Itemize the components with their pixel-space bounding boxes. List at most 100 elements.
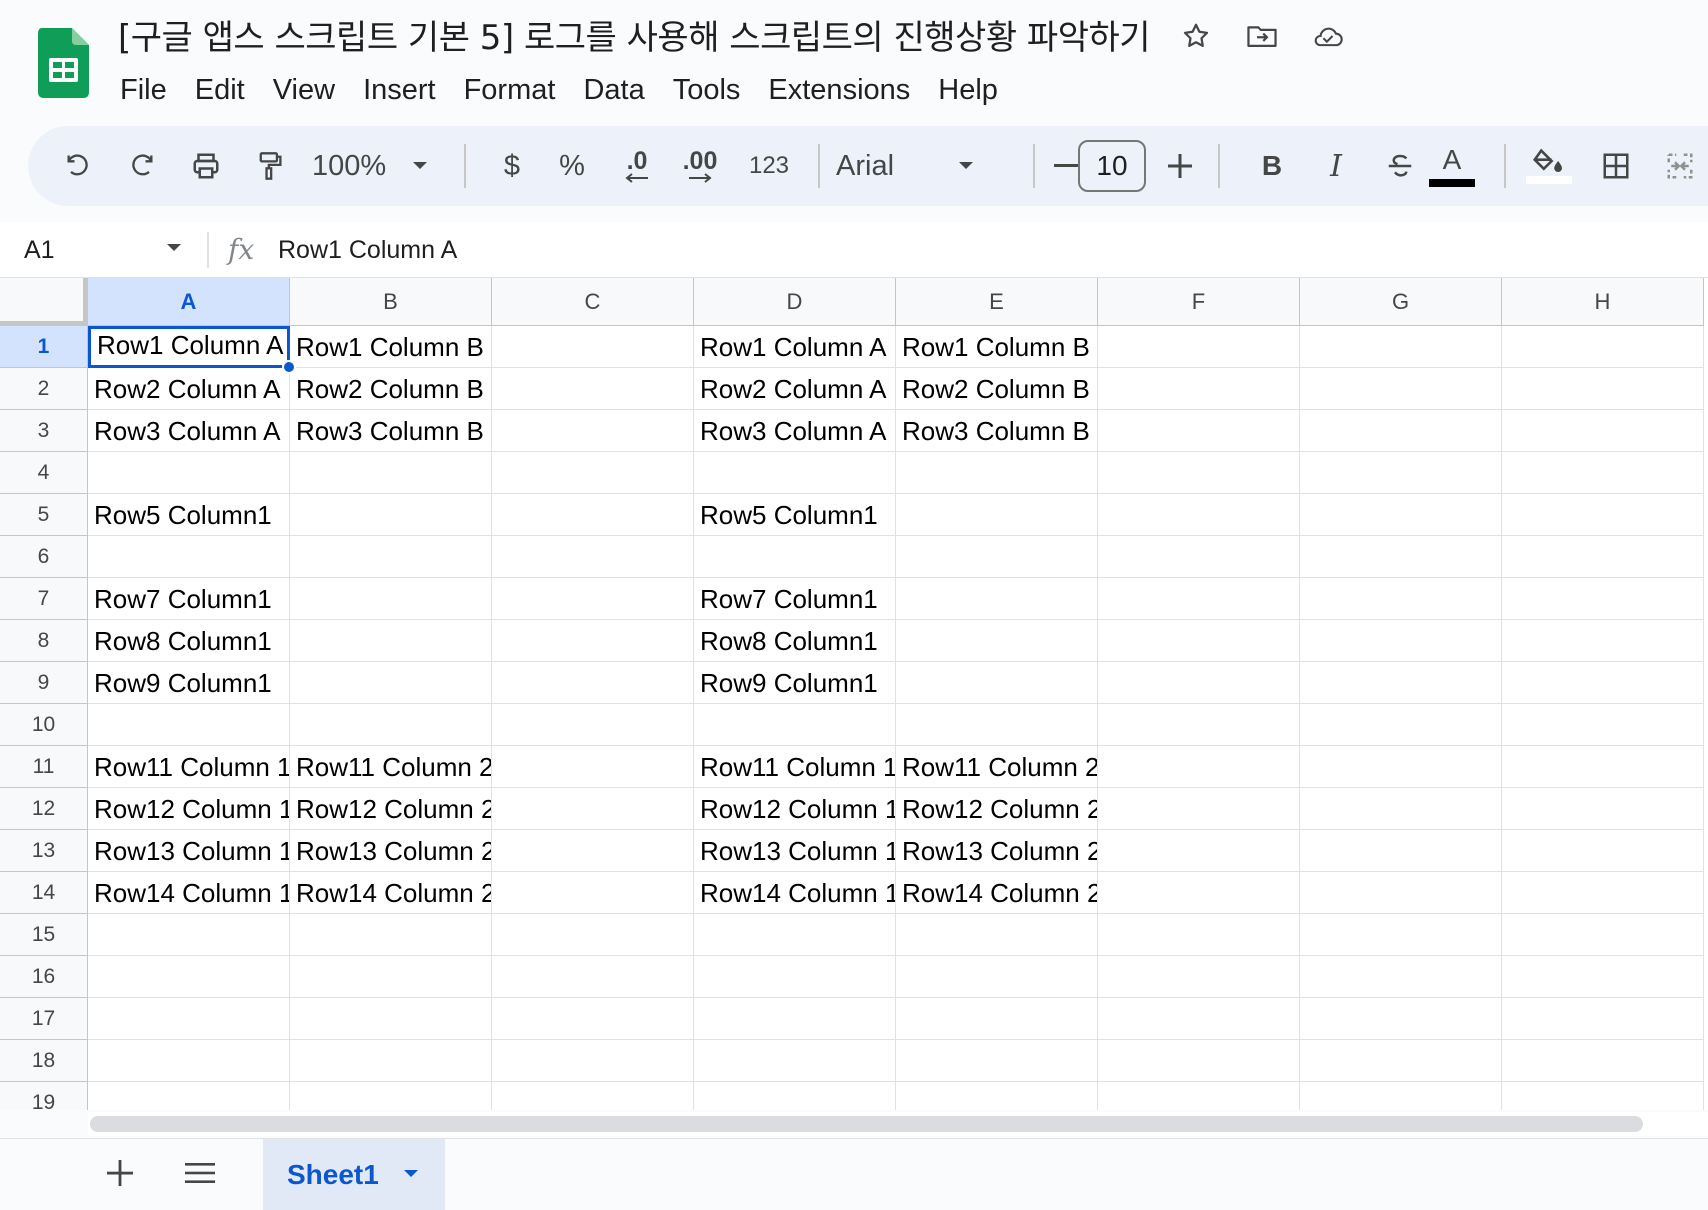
cell-c13[interactable] (492, 830, 694, 872)
cell-d12[interactable]: Row12 Column 1 (694, 788, 896, 830)
cell-f1[interactable] (1098, 326, 1300, 368)
cell-c19[interactable] (492, 1082, 694, 1110)
cell-c4[interactable] (492, 452, 694, 494)
cell-g13[interactable] (1300, 830, 1502, 872)
cell-e19[interactable] (896, 1082, 1098, 1110)
menu-edit[interactable]: Edit (181, 66, 259, 114)
cell-a19[interactable] (88, 1082, 290, 1110)
cell-e3[interactable]: Row3 Column B (896, 410, 1098, 452)
row-header-18[interactable]: 18 (0, 1040, 88, 1082)
cell-d13[interactable]: Row13 Column 1 (694, 830, 896, 872)
cell-d10[interactable] (694, 704, 896, 746)
cell-g10[interactable] (1300, 704, 1502, 746)
cell-g11[interactable] (1300, 746, 1502, 788)
cell-f5[interactable] (1098, 494, 1300, 536)
cell-b19[interactable] (290, 1082, 492, 1110)
cell-f4[interactable] (1098, 452, 1300, 494)
cell-e1[interactable]: Row1 Column B (896, 326, 1098, 368)
cell-h1[interactable] (1502, 326, 1704, 368)
row-header-7[interactable]: 7 (0, 578, 88, 620)
cell-h7[interactable] (1502, 578, 1704, 620)
cell-h6[interactable] (1502, 536, 1704, 578)
cell-h8[interactable] (1502, 620, 1704, 662)
increase-decimal-button[interactable]: .00 (670, 126, 730, 206)
cell-c11[interactable] (492, 746, 694, 788)
cell-g2[interactable] (1300, 368, 1502, 410)
horizontal-scrollbar-thumb[interactable] (90, 1116, 1643, 1132)
cell-g17[interactable] (1300, 998, 1502, 1040)
cell-b15[interactable] (290, 914, 492, 956)
cell-h13[interactable] (1502, 830, 1704, 872)
cell-c12[interactable] (492, 788, 694, 830)
row-header-14[interactable]: 14 (0, 872, 88, 914)
cell-g4[interactable] (1300, 452, 1502, 494)
cell-a3[interactable]: Row3 Column A (88, 410, 290, 452)
cell-b10[interactable] (290, 704, 492, 746)
menu-tools[interactable]: Tools (659, 66, 755, 114)
cell-a7[interactable]: Row7 Column1 (88, 578, 290, 620)
cell-e9[interactable] (896, 662, 1098, 704)
row-header-19[interactable]: 19 (0, 1082, 88, 1110)
column-header-g[interactable]: G (1300, 278, 1502, 326)
cell-e11[interactable]: Row11 Column 2 (896, 746, 1098, 788)
cell-d18[interactable] (694, 1040, 896, 1082)
cell-d8[interactable]: Row8 Column1 (694, 620, 896, 662)
cell-g16[interactable] (1300, 956, 1502, 998)
column-header-d[interactable]: D (694, 278, 896, 326)
column-header-h[interactable]: H (1502, 278, 1704, 326)
cell-b13[interactable]: Row13 Column 2 (290, 830, 492, 872)
cell-h9[interactable] (1502, 662, 1704, 704)
cell-f16[interactable] (1098, 956, 1300, 998)
cell-a14[interactable]: Row14 Column 1 (88, 872, 290, 914)
cell-g12[interactable] (1300, 788, 1502, 830)
cell-h14[interactable] (1502, 872, 1704, 914)
cell-f7[interactable] (1098, 578, 1300, 620)
cell-g9[interactable] (1300, 662, 1502, 704)
cell-a9[interactable]: Row9 Column1 (88, 662, 290, 704)
cell-g18[interactable] (1300, 1040, 1502, 1082)
cell-g1[interactable] (1300, 326, 1502, 368)
cell-d5[interactable]: Row5 Column1 (694, 494, 896, 536)
cell-e8[interactable] (896, 620, 1098, 662)
cell-d2[interactable]: Row2 Column A (694, 368, 896, 410)
undo-icon[interactable] (52, 126, 104, 206)
cell-f10[interactable] (1098, 704, 1300, 746)
cell-f8[interactable] (1098, 620, 1300, 662)
cell-e2[interactable]: Row2 Column B (896, 368, 1098, 410)
cell-f14[interactable] (1098, 872, 1300, 914)
star-icon[interactable] (1180, 20, 1212, 52)
fill-color-icon[interactable] (1518, 126, 1580, 206)
row-header-3[interactable]: 3 (0, 410, 88, 452)
cell-d15[interactable] (694, 914, 896, 956)
print-icon[interactable] (180, 126, 232, 206)
select-all-corner[interactable] (0, 278, 88, 326)
row-header-11[interactable]: 11 (0, 746, 88, 788)
menu-data[interactable]: Data (569, 66, 658, 114)
name-box[interactable]: A1 (24, 230, 55, 270)
cell-e7[interactable] (896, 578, 1098, 620)
redo-icon[interactable] (116, 126, 168, 206)
cell-c8[interactable] (492, 620, 694, 662)
cell-c3[interactable] (492, 410, 694, 452)
cell-h4[interactable] (1502, 452, 1704, 494)
cell-a10[interactable] (88, 704, 290, 746)
cell-f12[interactable] (1098, 788, 1300, 830)
font-size-input[interactable]: 10 (1078, 140, 1146, 192)
cell-b9[interactable] (290, 662, 492, 704)
cell-h2[interactable] (1502, 368, 1704, 410)
cell-g14[interactable] (1300, 872, 1502, 914)
decrease-decimal-button[interactable]: .0 (608, 126, 666, 206)
cell-b2[interactable]: Row2 Column B (290, 368, 492, 410)
increase-font-size-icon[interactable] (1158, 126, 1202, 206)
cell-c14[interactable] (492, 872, 694, 914)
cell-d17[interactable] (694, 998, 896, 1040)
cell-f9[interactable] (1098, 662, 1300, 704)
cell-a18[interactable] (88, 1040, 290, 1082)
column-header-f[interactable]: F (1098, 278, 1300, 326)
cell-f2[interactable] (1098, 368, 1300, 410)
cell-c1[interactable] (492, 326, 694, 368)
cell-d16[interactable] (694, 956, 896, 998)
cell-c15[interactable] (492, 914, 694, 956)
cell-h19[interactable] (1502, 1082, 1704, 1110)
cell-f3[interactable] (1098, 410, 1300, 452)
